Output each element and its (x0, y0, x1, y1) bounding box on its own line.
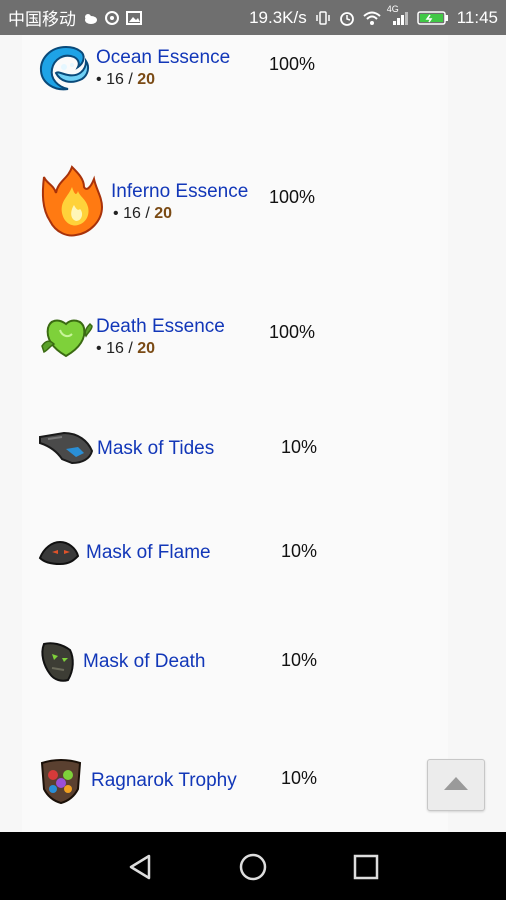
mask-of-flame-icon (38, 538, 80, 568)
list-item[interactable]: Inferno Essence • 16 / 20 (38, 165, 248, 239)
mask-of-tides-icon (38, 431, 94, 467)
item-count: • 16 / 20 (113, 205, 248, 223)
item-name-link[interactable]: Death Essence (96, 316, 225, 338)
battery-icon (416, 10, 449, 26)
drop-chance: 100% (269, 322, 316, 342)
count-separator: / (145, 205, 150, 222)
recents-icon[interactable] (351, 852, 381, 882)
inferno-essence-icon (38, 165, 106, 239)
drop-chance: 10% (281, 650, 318, 670)
item-details: Inferno Essence • 16 / 20 (111, 181, 248, 223)
network-type: 4G (386, 3, 399, 14)
arrow-up-icon (443, 775, 469, 796)
item-name-link[interactable]: Ragnarok Trophy (91, 770, 237, 792)
bullet: • (96, 340, 102, 357)
mask-of-death-icon (38, 640, 78, 684)
bullet: • (113, 205, 119, 222)
bullet: • (96, 71, 102, 88)
network-speed: 19.3K/s (249, 7, 307, 27)
list-item[interactable]: Mask of Death (38, 640, 206, 684)
drop-list[interactable]: Ocean Essence • 16 / 20 100% Inferno Ess… (0, 35, 506, 832)
vibrate-icon (315, 10, 331, 26)
drop-chance: 100% (269, 187, 316, 207)
item-details: Ocean Essence • 16 / 20 (96, 47, 230, 89)
count-max: 20 (137, 340, 156, 357)
scroll-to-top-button[interactable] (427, 759, 485, 811)
death-essence-icon (38, 312, 94, 362)
alarm-icon (339, 10, 355, 26)
list-item[interactable]: Death Essence • 16 / 20 (38, 312, 225, 362)
count-value: 16 (123, 205, 141, 222)
list-item[interactable]: Ragnarok Trophy (38, 757, 237, 805)
drop-chance: 10% (281, 437, 318, 457)
ocean-essence-icon (38, 43, 94, 93)
item-name-link[interactable]: Mask of Tides (97, 438, 214, 460)
drop-chance: 10% (281, 541, 318, 561)
list-item[interactable]: Ocean Essence • 16 / 20 (38, 43, 230, 93)
location-icon (104, 10, 120, 26)
count-separator: / (128, 340, 133, 357)
count-value: 16 (106, 340, 124, 357)
list-item[interactable]: Mask of Tides (38, 431, 214, 467)
drop-chance: 100% (269, 54, 316, 74)
item-details: Death Essence • 16 / 20 (96, 316, 225, 358)
clock: 11:45 (456, 7, 498, 27)
wifi-icon (363, 10, 381, 26)
item-name-link[interactable]: Inferno Essence (111, 181, 248, 203)
image-icon (126, 10, 142, 26)
carrier-label: 中国移动 (8, 10, 76, 29)
item-name-link[interactable]: Mask of Death (83, 651, 206, 673)
count-separator: / (128, 71, 133, 88)
weather-icon (82, 10, 98, 26)
count-max: 20 (137, 71, 156, 88)
drop-chance: 10% (281, 768, 318, 788)
item-name-link[interactable]: Mask of Flame (86, 542, 211, 564)
home-icon[interactable] (238, 852, 268, 882)
item-count: • 16 / 20 (96, 71, 230, 89)
navigation-bar (0, 832, 506, 900)
count-max: 20 (154, 205, 173, 222)
signal-icon: 4G (387, 4, 409, 26)
back-icon[interactable] (126, 852, 156, 882)
ragnarok-trophy-icon (38, 757, 84, 805)
item-name-link[interactable]: Ocean Essence (96, 47, 230, 69)
item-count: • 16 / 20 (96, 340, 225, 358)
count-value: 16 (106, 71, 124, 88)
status-bar: 中国移动 19.3K/s 4G 11:45 (0, 0, 506, 35)
list-item[interactable]: Mask of Flame (38, 538, 211, 568)
